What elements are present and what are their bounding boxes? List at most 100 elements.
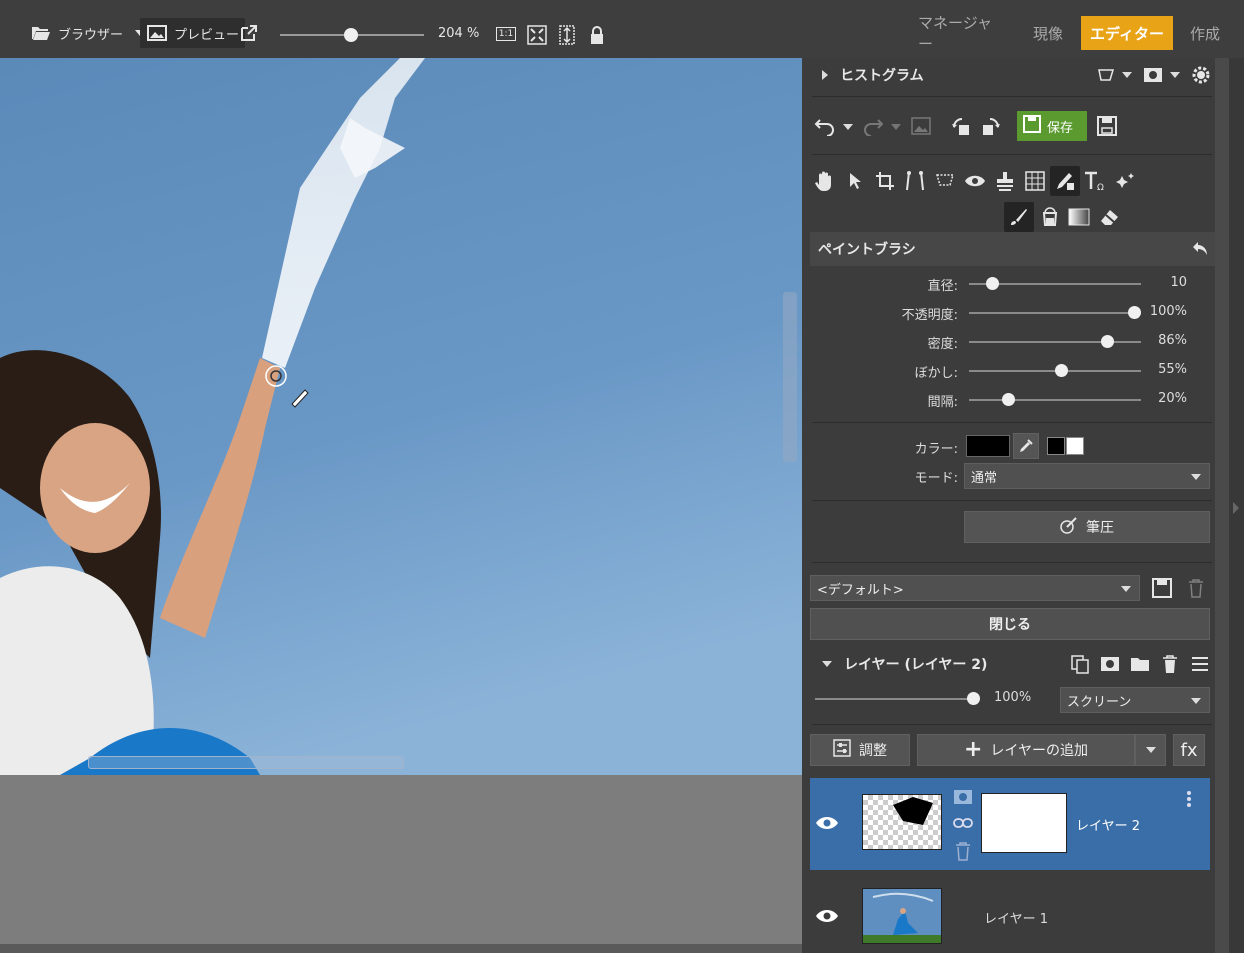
close-button[interactable]: 閉じる [810,608,1210,640]
adjust-label: 調整 [859,743,887,759]
arrow-pointer-icon[interactable] [842,168,868,194]
layer-name[interactable]: レイヤー 2 [1076,815,1140,834]
layer-row-2[interactable]: レイヤー 2 [810,778,1210,870]
tab-manager[interactable]: マネージャー [918,14,1006,53]
chevron-down-icon[interactable] [891,124,901,130]
save-button[interactable]: 保存 [1017,111,1087,141]
eye-icon[interactable] [815,908,839,924]
layer-row-1[interactable]: レイヤー 1 [810,878,1210,953]
param-slider-track[interactable] [969,341,1141,343]
chevron-down-icon[interactable] [822,661,832,667]
primary-color-black[interactable] [1047,437,1065,455]
trash-icon[interactable] [1183,575,1209,601]
preview-button[interactable]: プレビュー [140,18,246,48]
horizontal-scrollbar[interactable] [88,756,404,769]
folder-icon[interactable] [1127,651,1153,677]
param-slider-track[interactable] [969,312,1141,314]
eyedropper-icon[interactable] [1013,433,1039,459]
fit-screen-icon[interactable] [524,22,550,48]
canvas-area[interactable] [0,58,802,953]
secondary-color-white[interactable] [1066,437,1084,455]
adjust-button[interactable]: 調整 [810,734,910,766]
save-preset-icon[interactable] [1149,575,1175,601]
duplicate-layer-icon[interactable] [1067,651,1093,677]
crop-icon[interactable] [872,168,898,194]
rotate-left-icon[interactable] [948,113,974,139]
chevron-down-icon[interactable] [843,124,853,130]
sidebar-scrollbar[interactable] [1215,58,1229,953]
layer-blend-select[interactable]: スクリーン [1060,687,1210,713]
browser-button[interactable]: ブラウザー [30,18,146,48]
param-slider-knob[interactable] [1128,306,1141,319]
layer-thumbnail[interactable] [862,888,942,944]
menu-icon[interactable] [1187,651,1213,677]
layer-thumbnail[interactable] [862,794,942,850]
reset-arrow-icon[interactable] [1187,236,1213,262]
vertical-scrollbar[interactable] [783,292,797,462]
layer-opacity-knob[interactable] [967,692,980,705]
chevron-right-icon[interactable] [1233,502,1239,514]
straighten-icon[interactable] [902,168,928,194]
chevron-down-icon [1191,474,1201,480]
delete-mask-icon[interactable] [950,838,976,864]
more-vertical-icon[interactable] [1176,786,1202,812]
blend-mode-select[interactable]: 通常 [964,463,1210,489]
divider [812,562,1212,563]
perspective-grid-icon[interactable] [1022,168,1048,194]
effects-sparkle-icon[interactable] [1112,168,1138,194]
tab-create[interactable]: 作成 [1180,16,1230,50]
chevron-down-icon [1121,586,1131,592]
zoom-slider-knob[interactable] [343,28,358,42]
param-slider-knob[interactable] [1100,335,1114,348]
fit-height-icon[interactable] [554,22,580,48]
layer-name[interactable]: レイヤー 1 [984,908,1048,927]
param-label: ぼかし: [914,366,958,381]
param-slider-track[interactable] [969,399,1141,401]
param-slider-knob[interactable] [1054,364,1068,377]
save-as-icon[interactable] [1094,113,1120,139]
floppy-disk-icon [1023,115,1041,137]
color-swatch[interactable] [966,435,1010,457]
hand-icon[interactable] [811,168,837,194]
clone-stamp-icon[interactable] [992,168,1018,194]
add-layer-dropdown[interactable] [1135,734,1166,766]
top-toolbar: ブラウザー プレビュー 204 % 1:1 マネージャー 現像 エディター 作成 [0,0,1244,58]
chevron-down-icon[interactable] [1122,72,1132,78]
tab-editor[interactable]: エディター [1081,16,1173,50]
layer-mask-icon[interactable] [1097,651,1123,677]
tab-develop[interactable]: 現像 [1024,16,1072,50]
selection-icon[interactable] [1094,62,1120,88]
paint-bucket-icon[interactable] [1037,204,1063,230]
paint-tools-icon[interactable] [1050,166,1080,196]
layer-mask-thumbnail[interactable] [981,793,1067,853]
gradient-icon[interactable] [1066,204,1092,230]
add-layer-button[interactable]: + レイヤーの追加 [917,734,1135,766]
layer-opacity-track[interactable] [815,698,980,700]
chevron-down-icon[interactable] [1170,72,1180,78]
eraser-icon[interactable] [1097,204,1123,230]
pressure-button[interactable]: 筆圧 [964,511,1210,543]
eye-icon[interactable] [815,815,839,831]
external-window-icon[interactable] [236,20,262,46]
sidebar-collapse-edge[interactable] [1229,58,1244,953]
rotate-right-icon[interactable] [978,113,1004,139]
history-image-icon[interactable] [908,113,934,139]
photo-canvas[interactable] [0,58,802,775]
preset-select[interactable]: <デフォルト> [810,575,1140,601]
layers-header[interactable]: レイヤー (レイヤー 2) [810,647,1215,681]
gear-icon[interactable] [1188,62,1214,88]
mask-icon[interactable] [1140,62,1166,88]
paint-brush-icon[interactable] [1004,202,1034,232]
chevron-right-icon[interactable] [822,70,828,80]
lock-icon[interactable] [584,22,610,48]
text-tool-icon[interactable]: Ω [1082,168,1108,194]
layer-mask-indicator-icon[interactable] [950,784,976,810]
fx-button[interactable]: fx [1173,734,1205,766]
link-icon[interactable] [950,810,976,836]
actual-size-button[interactable]: 1:1 [494,22,518,46]
lasso-selection-icon[interactable] [932,168,958,194]
eye-redeye-icon[interactable] [962,168,988,194]
undo-icon[interactable] [812,113,838,139]
redo-icon[interactable] [860,113,886,139]
delete-layer-icon[interactable] [1157,651,1183,677]
